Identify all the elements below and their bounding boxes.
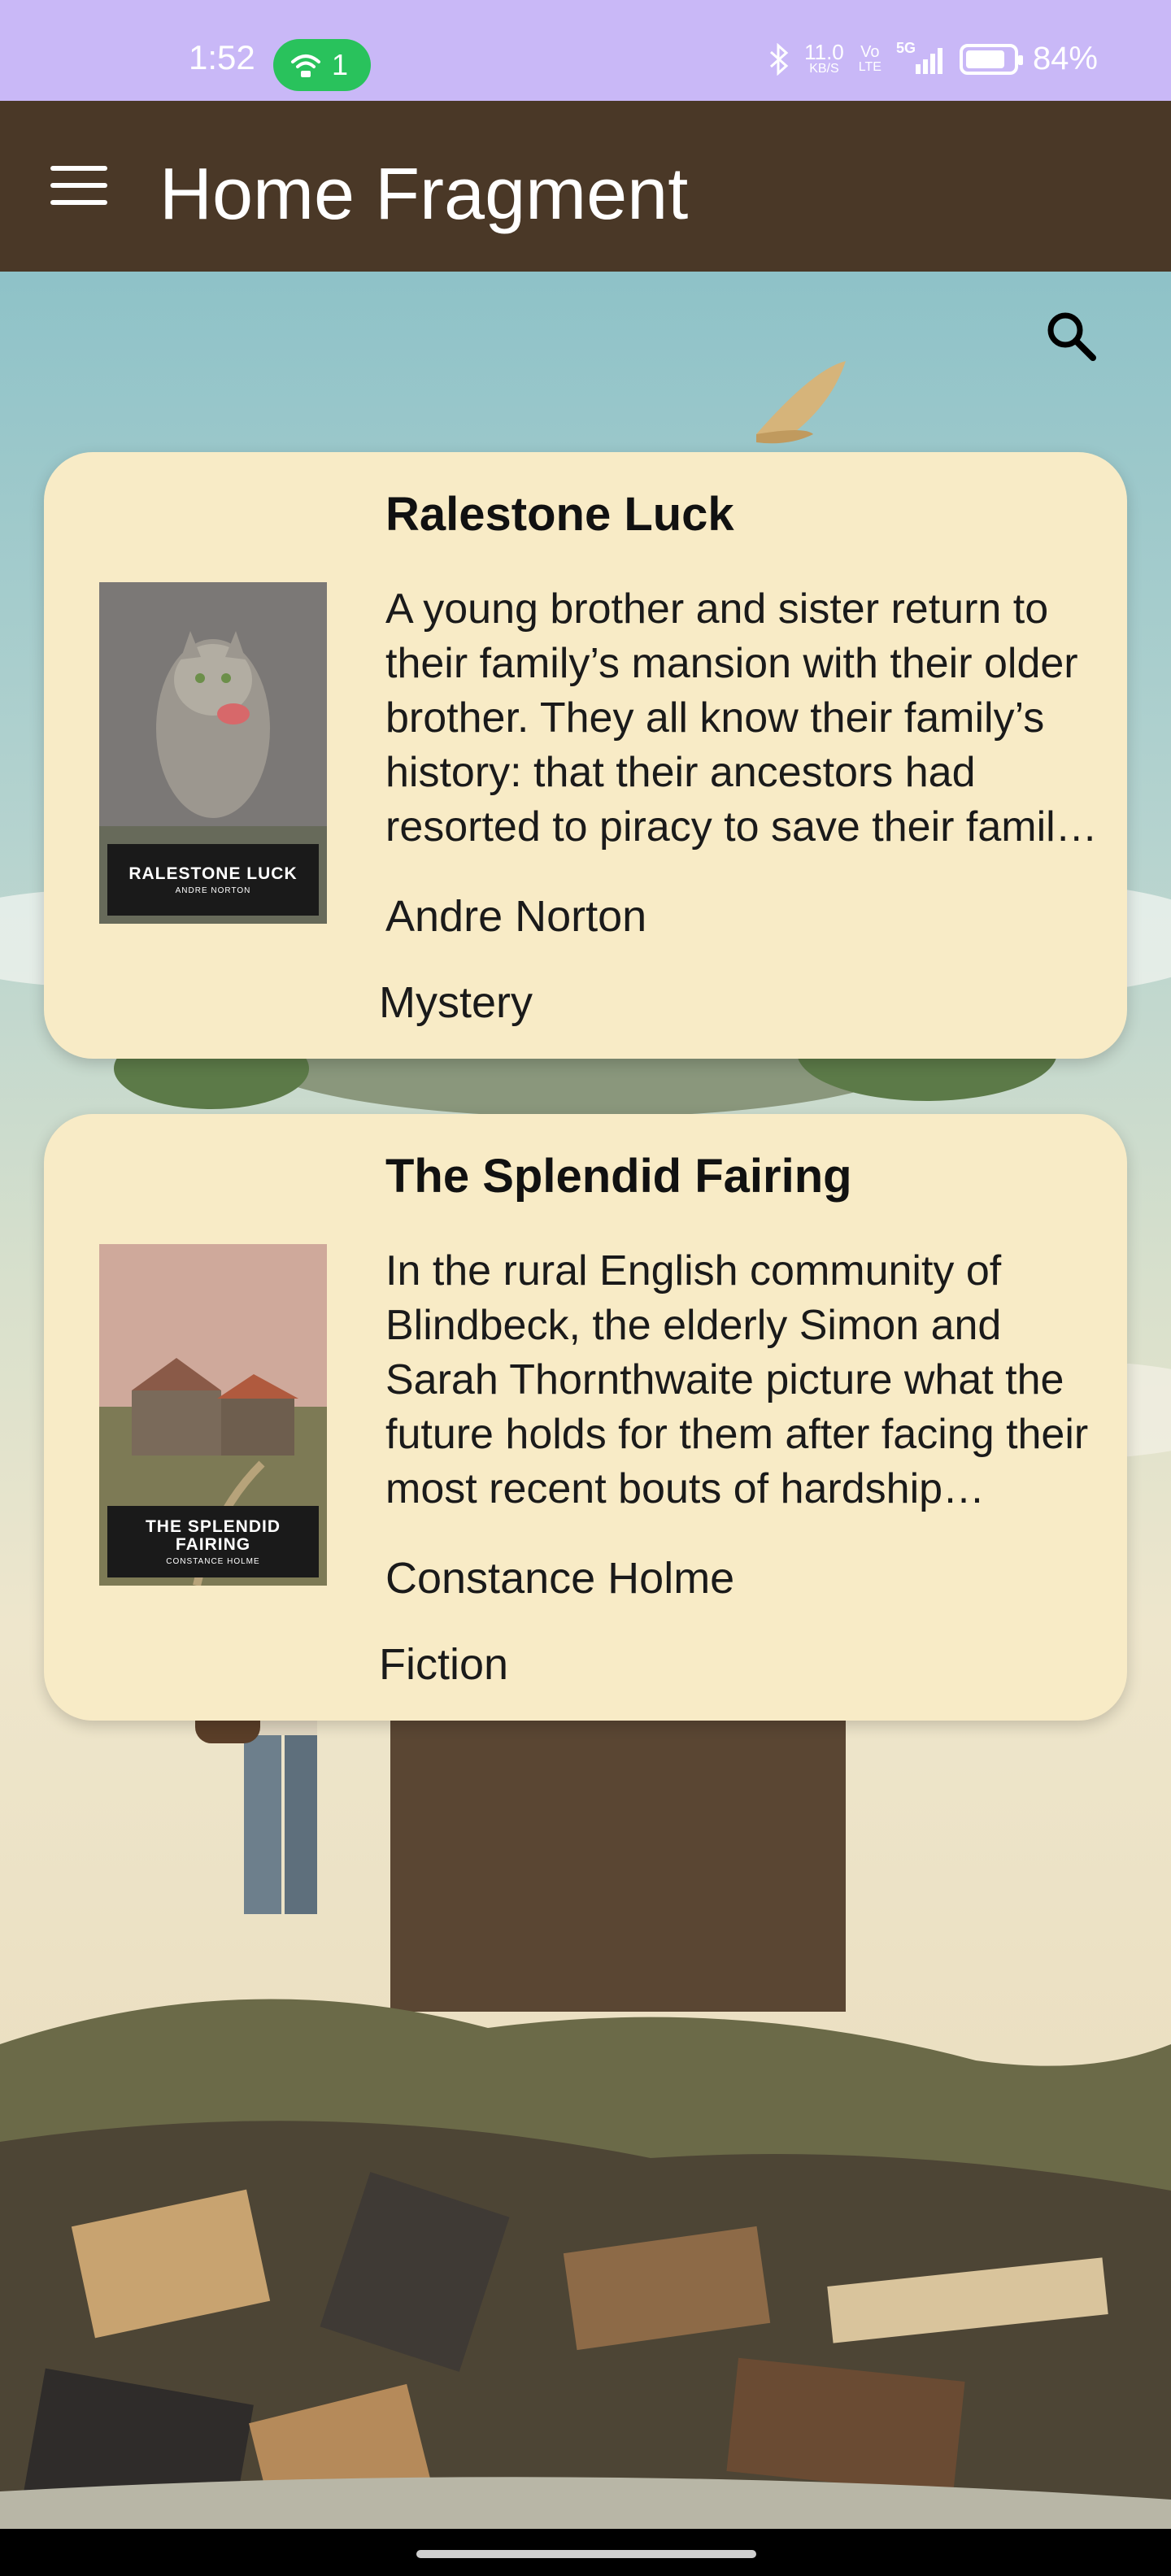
hotspot-icon	[291, 54, 320, 77]
hamburger-menu-icon[interactable]	[50, 166, 107, 207]
book-cover-author: CONSTANCE HOLME	[166, 1556, 260, 1566]
book-cover-label: THE SPLENDID FAIRING CONSTANCE HOLME	[107, 1506, 319, 1577]
book-card[interactable]: RALESTONE LUCK ANDRE NORTON Ralestone Lu…	[44, 452, 1127, 1059]
network-type: 5G	[895, 39, 916, 56]
search-icon[interactable]	[1043, 307, 1099, 364]
home-gesture-handle[interactable]	[416, 2550, 756, 2558]
status-icons: 11.0 KB/S Vo LTE 5G 84%	[768, 39, 1098, 77]
book-cover: THE SPLENDID FAIRING CONSTANCE HOLME	[99, 1244, 327, 1586]
app-bar: Home Fragment	[0, 101, 1171, 272]
book-genre: Fiction	[379, 1640, 509, 1689]
book-description: A young brother and sister return to the…	[385, 585, 1078, 851]
system-nav-bar	[0, 2529, 1171, 2576]
network-speed: 11.0 KB/S	[804, 39, 844, 76]
signal-icon: 5G	[895, 39, 945, 76]
battery-percent: 84%	[1032, 41, 1098, 76]
network-speed-unit: KB/S	[809, 61, 839, 76]
battery-level	[965, 50, 1004, 68]
volte-indicator: Vo LTE	[859, 44, 882, 75]
bluetooth-icon	[770, 42, 789, 76]
network-speed-value: 11.0	[804, 39, 844, 64]
book-cover-label: RALESTONE LUCK ANDRE NORTON	[107, 844, 319, 916]
volte-top: Vo	[860, 42, 880, 61]
book-title: The Splendid Fairing	[385, 1150, 852, 1203]
book-genre: Mystery	[379, 978, 533, 1027]
status-bar: 1:52 1 11.0 KB/S Vo LTE 5G 84%	[0, 0, 1171, 101]
page-title: Home Fragment	[159, 154, 689, 235]
book-author: Constance Holme	[385, 1554, 735, 1603]
book-author: Andre Norton	[385, 892, 647, 941]
book-title: Ralestone Luck	[385, 488, 734, 541]
book-cover-title: THE SPLENDID FAIRING	[145, 1516, 281, 1554]
book-card[interactable]: THE SPLENDID FAIRING CONSTANCE HOLME The…	[44, 1114, 1127, 1721]
book-cover-author: ANDRE NORTON	[175, 886, 251, 895]
hotspot-count: 1	[332, 48, 349, 81]
book-cover: RALESTONE LUCK ANDRE NORTON	[99, 582, 327, 924]
volte-bottom: LTE	[858, 59, 882, 74]
hotspot-indicator[interactable]: 1	[273, 39, 371, 91]
status-time: 1:52	[189, 38, 255, 76]
book-description: In the rural English community of Blindb…	[385, 1247, 1089, 1512]
book-cover-title: RALESTONE LUCK	[128, 864, 298, 883]
battery-icon	[959, 43, 1023, 75]
